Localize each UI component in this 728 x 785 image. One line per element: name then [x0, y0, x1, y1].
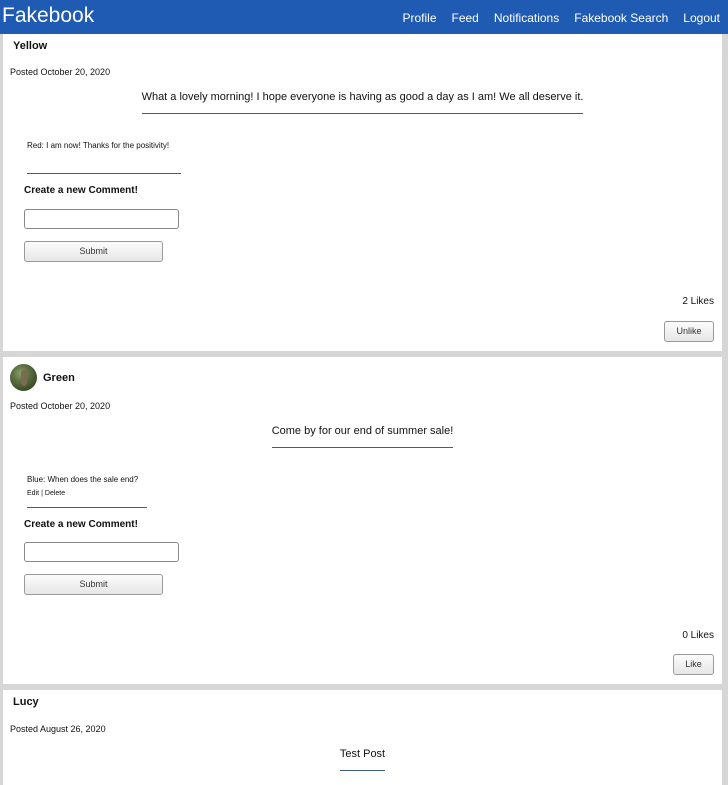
- comment-actions: Edit | Delete: [27, 490, 138, 497]
- comment-divider: [27, 173, 181, 174]
- nav-links: Profile Feed Notifications Fakebook Sear…: [387, 11, 720, 25]
- post-author[interactable]: Yellow: [13, 40, 47, 52]
- post-date: Posted August 26, 2020: [10, 724, 106, 734]
- comment-input[interactable]: [24, 542, 179, 562]
- post-date: Posted October 20, 2020: [10, 401, 111, 411]
- comment-divider: [27, 507, 147, 508]
- post-card: Yellow Posted October 20, 2020 What a lo…: [3, 34, 722, 351]
- comment-text: Blue: When does the sale end?: [27, 475, 139, 484]
- brand-logo[interactable]: Fakebook: [2, 4, 94, 28]
- avatar[interactable]: [10, 364, 37, 391]
- post-card: Lucy Posted August 26, 2020 Test Post: [3, 690, 722, 785]
- top-navbar: Fakebook Profile Feed Notifications Fake…: [0, 0, 728, 34]
- like-count: 2 Likes: [682, 296, 714, 307]
- like-count: 0 Likes: [682, 630, 714, 641]
- separator: |: [41, 490, 43, 497]
- like-button[interactable]: Like: [673, 654, 714, 675]
- submit-comment-button[interactable]: Submit: [24, 241, 163, 262]
- nav-search[interactable]: Fakebook Search: [574, 11, 668, 25]
- post-author[interactable]: Lucy: [13, 696, 39, 708]
- post-date: Posted October 20, 2020: [10, 67, 111, 77]
- nav-feed[interactable]: Feed: [452, 11, 479, 25]
- delete-comment-link[interactable]: Delete: [45, 490, 65, 497]
- new-comment-label: Create a new Comment!: [24, 185, 138, 196]
- edit-comment-link[interactable]: Edit: [27, 490, 39, 497]
- post-author[interactable]: Green: [43, 372, 75, 384]
- comment-input[interactable]: [24, 209, 179, 229]
- post-content: Test Post: [339, 748, 386, 771]
- new-comment-label: Create a new Comment!: [24, 519, 138, 530]
- post-content: Come by for our end of summer sale!: [271, 425, 454, 448]
- submit-comment-button[interactable]: Submit: [24, 574, 163, 595]
- post-card: Green Posted October 20, 2020 Come by fo…: [3, 357, 722, 684]
- nav-profile[interactable]: Profile: [402, 11, 436, 25]
- comment-text: Red: I am now! Thanks for the positivity…: [27, 141, 170, 150]
- post-content: What a lovely morning! I hope everyone i…: [141, 91, 584, 114]
- unlike-button[interactable]: Unlike: [664, 321, 714, 342]
- comment: Blue: When does the sale end? Edit | Delet…: [27, 475, 138, 497]
- nav-notifications[interactable]: Notifications: [494, 11, 559, 25]
- comment: Red: I am now! Thanks for the positivity…: [27, 141, 169, 150]
- nav-logout[interactable]: Logout: [683, 11, 720, 25]
